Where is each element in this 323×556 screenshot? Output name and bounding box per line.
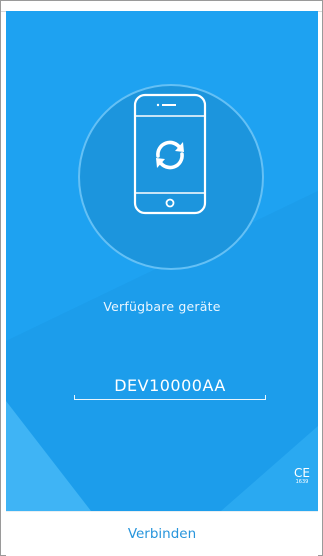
connect-button[interactable]: Verbinden <box>6 512 318 556</box>
device-underline <box>74 395 266 400</box>
available-devices-label: Verfügbare geräte <box>103 299 221 314</box>
pairing-screen: Verfügbare geräte DEV10000AA CE 1639 <box>6 11 318 511</box>
ce-mark-text: CE <box>294 466 310 480</box>
device-selector[interactable]: DEV10000AA <box>74 371 266 401</box>
bottom-bar: Verbinden <box>6 511 318 556</box>
app-frame: Verfügbare geräte DEV10000AA CE 1639 Ver… <box>0 0 323 556</box>
ce-mark: CE 1639 <box>294 467 310 485</box>
ce-code: 1639 <box>295 479 309 485</box>
device-name: DEV10000AA <box>114 376 226 395</box>
phone-sync-icon <box>133 93 207 215</box>
